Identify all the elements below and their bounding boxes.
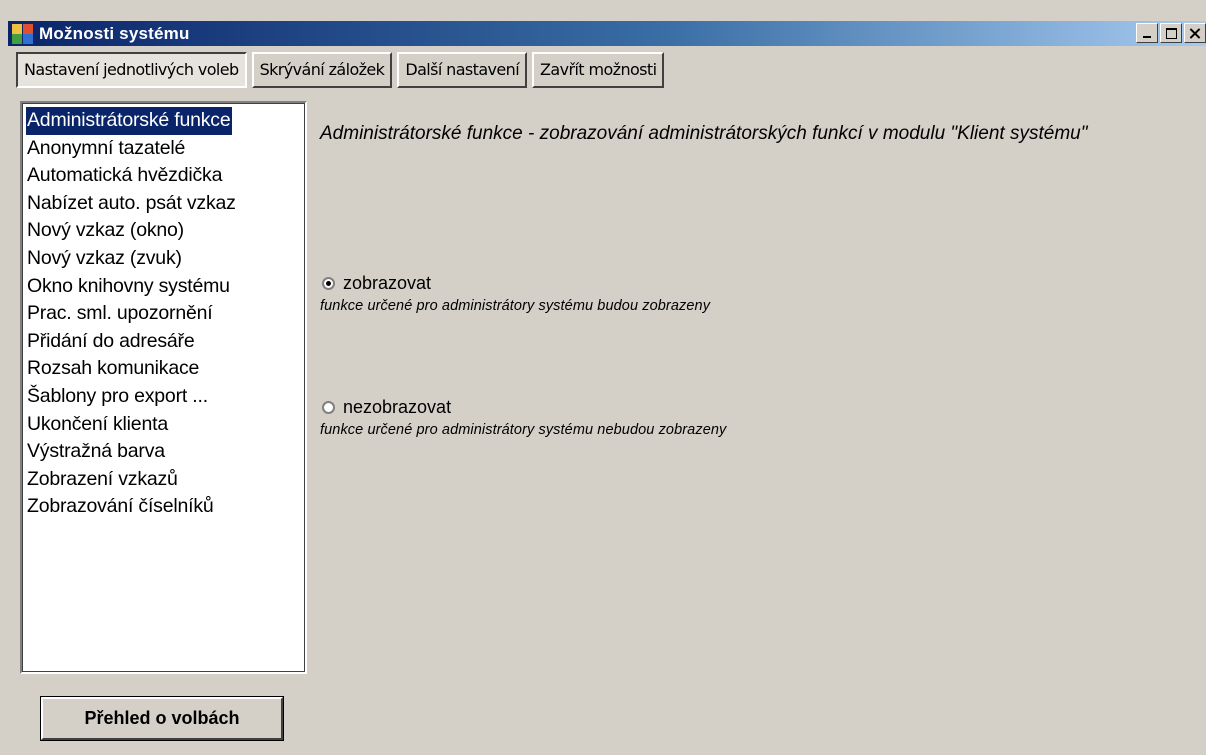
title-bar[interactable]: Možnosti systému bbox=[8, 21, 1206, 46]
list-item[interactable]: Anonymní tazatelé bbox=[26, 135, 303, 163]
list-item[interactable]: Nový vzkaz (okno) bbox=[26, 217, 303, 245]
list-item[interactable]: Zobrazování číselníků bbox=[26, 493, 303, 521]
overview-button[interactable]: Přehled o volbách bbox=[40, 696, 284, 741]
list-item[interactable]: Automatická hvězdička bbox=[26, 162, 303, 190]
list-item[interactable]: Přidání do adresáře bbox=[26, 328, 303, 356]
list-item[interactable]: Administrátorské funkce bbox=[26, 107, 233, 135]
caption-buttons bbox=[1134, 23, 1206, 43]
radio-label-hide[interactable]: nezobrazovat bbox=[343, 397, 451, 418]
list-item[interactable]: Okno knihovny systému bbox=[26, 273, 303, 301]
radio-option-hide[interactable]: nezobrazovat funkce určené pro administr… bbox=[320, 395, 727, 439]
tab-strip: Nastavení jednotlivých voleb Skrývání zá… bbox=[16, 52, 669, 88]
radio-option-show[interactable]: zobrazovat funkce určené pro administrát… bbox=[320, 271, 711, 315]
list-item: Administrátorské funkce bbox=[26, 107, 303, 135]
maximize-icon[interactable] bbox=[1160, 23, 1182, 43]
options-window: Možnosti systému Nastavení jednotlivých … bbox=[0, 0, 1206, 755]
tab-individual-settings[interactable]: Nastavení jednotlivých voleb bbox=[16, 52, 247, 88]
list-item[interactable]: Výstražná barva bbox=[26, 438, 303, 466]
options-listbox[interactable]: Administrátorské funkce Anonymní tazatel… bbox=[20, 101, 307, 674]
radio-checked-icon[interactable] bbox=[322, 276, 335, 290]
tab-other-settings[interactable]: Další nastavení bbox=[397, 52, 528, 88]
tab-close-options[interactable]: Zavřít možnosti bbox=[532, 52, 665, 88]
radio-unchecked-icon[interactable] bbox=[322, 400, 335, 414]
close-icon[interactable] bbox=[1184, 23, 1206, 43]
radio-note-show: funkce určené pro administrátory systému… bbox=[320, 298, 711, 314]
list-item[interactable]: Rozsah komunikace bbox=[26, 355, 303, 383]
list-item[interactable]: Ukončení klienta bbox=[26, 411, 303, 439]
option-description: Administrátorské funkce - zobrazování ad… bbox=[320, 123, 1088, 144]
minimize-icon[interactable] bbox=[1136, 23, 1158, 43]
list-item[interactable]: Šablony pro export ... bbox=[26, 383, 303, 411]
list-item[interactable]: Nabízet auto. psát vzkaz bbox=[26, 190, 303, 218]
tab-hide-tabs[interactable]: Skrývání záložek bbox=[251, 52, 393, 88]
list-item[interactable]: Zobrazení vzkazů bbox=[26, 466, 303, 494]
list-item[interactable]: Nový vzkaz (zvuk) bbox=[26, 245, 303, 273]
list-item[interactable]: Prac. sml. upozornění bbox=[26, 300, 303, 328]
app-blocks-icon bbox=[12, 23, 34, 44]
radio-note-hide: funkce určené pro administrátory systému… bbox=[320, 422, 727, 438]
radio-label-show[interactable]: zobrazovat bbox=[343, 273, 431, 294]
window-title: Možnosti systému bbox=[39, 23, 190, 43]
